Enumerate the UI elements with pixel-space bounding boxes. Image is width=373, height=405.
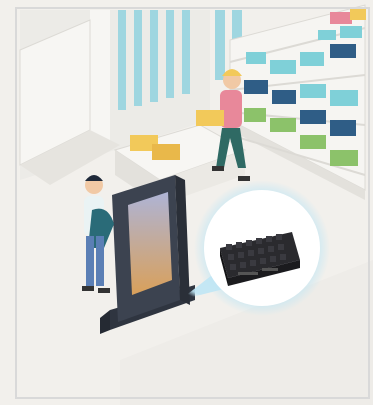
scene-svg	[0, 0, 373, 405]
retail-illustration	[0, 0, 373, 405]
